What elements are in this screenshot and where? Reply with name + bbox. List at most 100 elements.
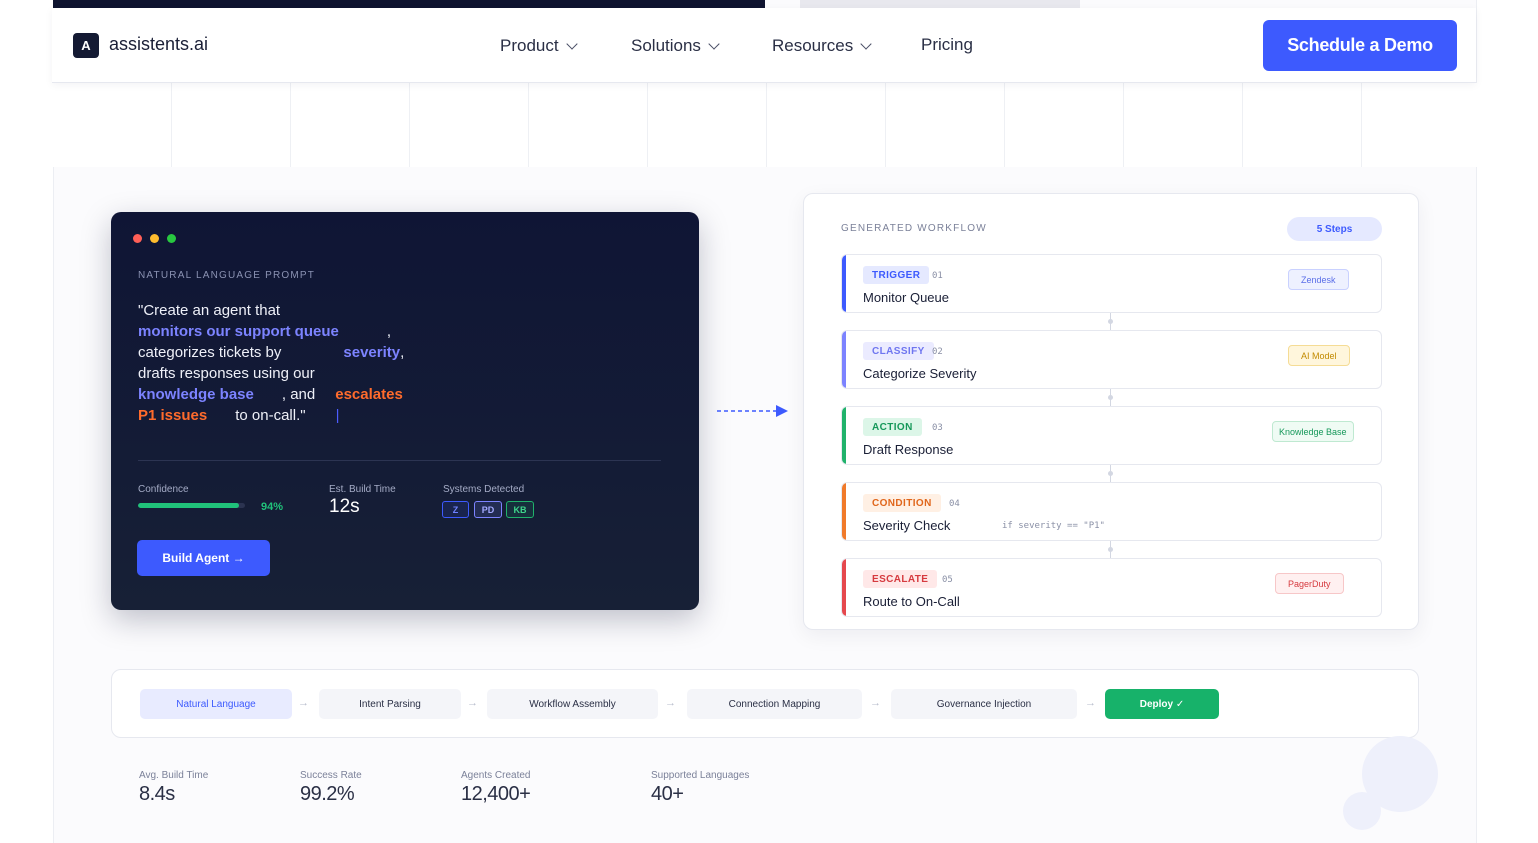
- systems-label: Systems Detected: [443, 484, 525, 495]
- step-accent: [842, 559, 846, 616]
- build-time-value: 12s: [329, 496, 360, 517]
- system-badge-knowledge-base: Knowledge Base: [1272, 421, 1354, 442]
- pipeline-step-workflow-assembly[interactable]: Workflow Assembly: [487, 689, 658, 719]
- step-accent: [842, 407, 846, 464]
- prompt-segment: drafts responses using our: [138, 365, 315, 382]
- nav-item-resources[interactable]: Resources: [772, 36, 872, 56]
- step-tag: CLASSIFY: [863, 342, 934, 360]
- top-nav: A assistents.ai Product Solutions Resour…: [52, 8, 1476, 83]
- step-number: 05: [942, 575, 953, 585]
- prompt-segment: to on-call.": [235, 407, 306, 424]
- system-chip-knowledge-base[interactable]: KB: [506, 501, 534, 518]
- pipeline-step-deploy[interactable]: Deploy ✓: [1105, 689, 1219, 719]
- prompt-highlight: P1 issues: [138, 407, 208, 424]
- divider: [138, 460, 661, 461]
- arrow-right-icon: →: [298, 697, 309, 709]
- window-maximize-dot: [167, 234, 176, 243]
- chevron-down-icon: [708, 37, 720, 50]
- dashed-arrow-icon: [717, 405, 788, 417]
- step-tag: CONDITION: [863, 494, 941, 512]
- prompt-highlight: severity: [343, 344, 401, 361]
- nav-item-label: Pricing: [921, 35, 973, 54]
- prompt-segment: "Create an agent that: [138, 302, 281, 319]
- confidence-value: 94%: [261, 501, 284, 513]
- step-accent: [842, 483, 846, 540]
- logo-icon[interactable]: A: [73, 33, 99, 58]
- workflow-title: GENERATED WORKFLOW: [841, 223, 987, 234]
- build-pipeline: Natural Language → Intent Parsing → Work…: [111, 669, 1419, 738]
- build-agent-button[interactable]: Build Agent →: [137, 540, 270, 576]
- decorative-circle: [1343, 792, 1381, 830]
- prompt-text[interactable]: "Create an agent that monitors our suppo…: [138, 300, 408, 426]
- step-name: Draft Response: [863, 442, 954, 457]
- prompt-segment: categorizes tickets by: [138, 344, 282, 361]
- confidence-bar: [138, 503, 245, 508]
- prompt-highlight: monitors our support queue: [138, 323, 339, 340]
- pipeline-step-governance-injection[interactable]: Governance Injection: [891, 689, 1077, 719]
- top-strip-secondary: [800, 0, 1080, 8]
- step-name: Categorize Severity: [863, 366, 977, 381]
- step-connector: [1108, 313, 1113, 330]
- step-connector: [1108, 465, 1113, 482]
- system-badge-zendesk: Zendesk: [1288, 269, 1349, 290]
- stat-value: 8.4s: [139, 783, 175, 805]
- step-accent: [842, 255, 846, 312]
- nav-item-product[interactable]: Product: [500, 36, 578, 56]
- step-number: 01: [932, 271, 943, 281]
- arrow-right-icon: →: [467, 697, 478, 709]
- prompt-label: NATURAL LANGUAGE PROMPT: [138, 270, 316, 281]
- workflow-step-trigger[interactable]: TRIGGER 01 Monitor Queue Zendesk: [841, 254, 1382, 313]
- steps-badge: 5 Steps: [1287, 217, 1382, 241]
- prompt-segment: ,: [386, 323, 392, 340]
- nav-item-label: Product: [500, 36, 559, 55]
- chevron-down-icon: [565, 37, 578, 50]
- workflow-step-escalate[interactable]: ESCALATE 05 Route to On-Call PagerDuty: [841, 558, 1382, 617]
- system-chip-pagerduty[interactable]: PD: [474, 501, 502, 518]
- step-name: Route to On-Call: [863, 594, 960, 609]
- stat-value: 99.2%: [300, 783, 355, 805]
- top-strip: [53, 0, 765, 8]
- prompt-highlight: escalates: [335, 386, 403, 403]
- stat-label: Success Rate: [300, 770, 362, 781]
- step-accent: [842, 331, 846, 388]
- workflow-card: GENERATED WORKFLOW 5 Steps TRIGGER 01 Mo…: [803, 193, 1419, 630]
- step-number: 03: [932, 423, 943, 433]
- workflow-step-condition[interactable]: CONDITION 04 Severity Check if severity …: [841, 482, 1382, 541]
- pipeline-step-natural-language[interactable]: Natural Language: [140, 689, 292, 719]
- system-badge-ai-model: AI Model: [1288, 345, 1350, 366]
- pipeline-step-intent-parsing[interactable]: Intent Parsing: [319, 689, 461, 719]
- window-minimize-dot: [150, 234, 159, 243]
- confidence-label: Confidence: [138, 484, 189, 495]
- workflow-step-action[interactable]: ACTION 03 Draft Response Knowledge Base: [841, 406, 1382, 465]
- arrow-right-icon: →: [870, 697, 881, 709]
- nav-item-label: Resources: [772, 36, 854, 55]
- stat-label: Agents Created: [461, 770, 531, 781]
- brand-name[interactable]: assistents.ai: [109, 34, 208, 55]
- system-chip-zendesk[interactable]: Z: [442, 501, 469, 518]
- step-name: Monitor Queue: [863, 290, 949, 305]
- prompt-segment: , and: [281, 386, 316, 403]
- prompt-highlight: knowledge base: [138, 386, 254, 403]
- build-time-label: Est. Build Time: [329, 484, 396, 495]
- step-name: Severity Check: [863, 518, 951, 533]
- nav-item-solutions[interactable]: Solutions: [631, 36, 720, 56]
- workflow-step-classify[interactable]: CLASSIFY 02 Categorize Severity AI Model: [841, 330, 1382, 389]
- system-badge-pagerduty: PagerDuty: [1275, 573, 1344, 594]
- nav-item-pricing[interactable]: Pricing: [921, 35, 973, 55]
- stat-value: 40+: [651, 783, 684, 805]
- pipeline-step-connection-mapping[interactable]: Connection Mapping: [687, 689, 862, 719]
- window-close-dot: [133, 234, 142, 243]
- step-tag: ACTION: [863, 418, 922, 436]
- grid-band: [53, 83, 1477, 167]
- step-connector: [1108, 541, 1113, 558]
- arrow-right-icon: →: [1085, 697, 1096, 709]
- stat-value: 12,400+: [461, 783, 531, 805]
- text-caret: |: [335, 407, 340, 424]
- prompt-card: NATURAL LANGUAGE PROMPT "Create an agent…: [111, 212, 699, 610]
- schedule-demo-button[interactable]: Schedule a Demo: [1263, 20, 1457, 71]
- arrow-right-icon: →: [665, 697, 676, 709]
- step-number: 04: [949, 499, 960, 509]
- step-number: 02: [932, 347, 943, 357]
- step-connector: [1108, 389, 1113, 406]
- confidence-bar-fill: [138, 503, 239, 508]
